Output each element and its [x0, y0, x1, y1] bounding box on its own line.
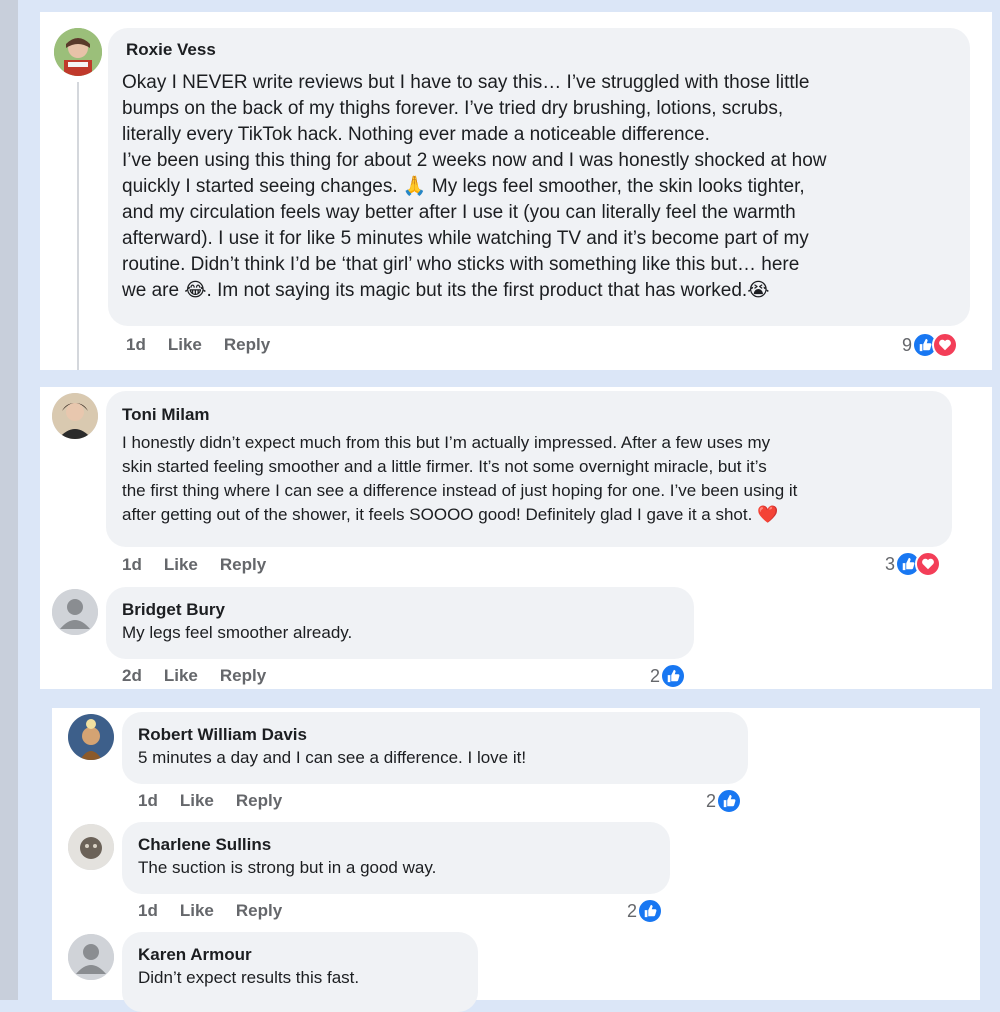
reaction-count: 2	[706, 790, 717, 811]
avatar-photo-icon	[54, 28, 102, 76]
comment-card-roxie: Roxie Vess Okay I NEVER write reviews bu…	[40, 12, 992, 370]
like-button[interactable]: Like	[180, 901, 214, 921]
avatar[interactable]	[68, 934, 114, 980]
commenter-name[interactable]: Robert William Davis	[138, 725, 307, 745]
like-icon	[637, 898, 664, 924]
comment-actions: 2d Like Reply	[122, 666, 266, 686]
reaction-count: 2	[627, 900, 638, 921]
reply-button[interactable]: Reply	[236, 901, 282, 921]
comment-text: 5 minutes a day and I can see a differen…	[138, 748, 527, 767]
left-edge-strip	[0, 0, 18, 1000]
reaction-summary[interactable]: 9	[902, 332, 959, 358]
comment-timestamp[interactable]: 1d	[126, 335, 146, 355]
comment-actions: 1d Like Reply	[122, 555, 266, 575]
reply-button[interactable]: Reply	[224, 335, 270, 355]
avatar[interactable]	[52, 589, 98, 635]
reaction-count: 2	[650, 665, 661, 686]
comment-line: literally every TikTok hack. Nothing eve…	[122, 124, 710, 145]
avatar[interactable]	[68, 824, 114, 870]
comment-line: quickly I started seeing changes. 🙏 My l…	[122, 176, 805, 197]
comment-line: afterward). I use it for like 5 minutes …	[122, 228, 809, 249]
commenter-name[interactable]: Toni Milam	[122, 405, 210, 425]
comment-timestamp[interactable]: 1d	[138, 901, 158, 921]
default-avatar-icon	[68, 934, 114, 980]
commenter-name[interactable]: Roxie Vess	[126, 40, 216, 60]
comment-text: My legs feel smoother already.	[122, 623, 353, 642]
reaction-summary[interactable]: 2	[650, 663, 687, 689]
comment-card-group: Robert William Davis 5 minutes a day and…	[52, 708, 980, 1012]
comment-text: I honestly didn’t expect much from this …	[122, 431, 797, 527]
comment-bubble: Karen Armour Didn’t expect results this …	[122, 932, 478, 1012]
comment-bubble: Charlene Sullins The suction is strong b…	[122, 822, 670, 894]
comment-timestamp[interactable]: 1d	[138, 791, 158, 811]
comment-line: after getting out of the shower, it feel…	[122, 505, 779, 524]
reply-button[interactable]: Reply	[220, 555, 266, 575]
comment-line: routine. Didn’t think I’d be ‘that girl’…	[122, 254, 800, 275]
reaction-summary[interactable]: 2	[627, 898, 664, 924]
comment-text: Okay I NEVER write reviews but I have to…	[122, 70, 826, 304]
comment-bubble: Roxie Vess Okay I NEVER write reviews bu…	[108, 28, 970, 326]
reaction-summary[interactable]: 2	[706, 788, 743, 814]
comment-line: I’ve been using this thing for about 2 w…	[122, 150, 827, 171]
reply-button[interactable]: Reply	[236, 791, 282, 811]
reaction-summary[interactable]: 3	[885, 551, 942, 577]
default-avatar-icon	[52, 589, 98, 635]
comment-bubble: Bridget Bury My legs feel smoother alrea…	[106, 587, 694, 659]
avatar-photo-icon	[68, 714, 114, 760]
comment-card-toni: Toni Milam I honestly didn’t expect much…	[40, 387, 992, 689]
comment-actions: 1d Like Reply	[138, 791, 282, 811]
comment-line: I honestly didn’t expect much from this …	[122, 433, 771, 452]
love-icon	[932, 332, 959, 358]
like-button[interactable]: Like	[180, 791, 214, 811]
comment-timestamp[interactable]: 1d	[122, 555, 142, 575]
like-button[interactable]: Like	[164, 666, 198, 686]
comment-timestamp[interactable]: 2d	[122, 666, 142, 686]
comment-bubble: Toni Milam I honestly didn’t expect much…	[106, 391, 952, 547]
comment-actions: 1d Like Reply	[138, 901, 282, 921]
love-icon	[915, 551, 942, 577]
comment-line: bumps on the back of my thighs forever. …	[122, 98, 784, 119]
thread-line	[77, 82, 79, 370]
comment-actions: 1d Like Reply	[126, 335, 270, 355]
reaction-count: 9	[902, 334, 913, 355]
comment-line: the first thing where I can see a differ…	[122, 481, 798, 500]
commenter-name[interactable]: Bridget Bury	[122, 600, 225, 620]
commenter-name[interactable]: Charlene Sullins	[138, 835, 271, 855]
avatar[interactable]	[52, 393, 98, 439]
reply-button[interactable]: Reply	[220, 666, 266, 686]
commenter-name[interactable]: Karen Armour	[138, 945, 252, 965]
comment-line: skin started feeling smoother and a litt…	[122, 457, 767, 476]
like-icon	[660, 663, 687, 689]
comment-line: and my circulation feels way better afte…	[122, 202, 796, 223]
avatar[interactable]	[68, 714, 114, 760]
like-button[interactable]: Like	[168, 335, 202, 355]
avatar[interactable]	[54, 28, 102, 76]
comment-bubble: Robert William Davis 5 minutes a day and…	[122, 712, 748, 784]
like-icon	[716, 788, 743, 814]
avatar-photo-icon	[52, 393, 98, 439]
reaction-count: 3	[885, 553, 896, 574]
avatar-photo-icon	[68, 824, 114, 870]
comment-line: we are 😂. Im not saying its magic but it…	[122, 280, 770, 301]
comment-line: Okay I NEVER write reviews but I have to…	[122, 72, 810, 93]
comment-text: The suction is strong but in a good way.	[138, 858, 437, 877]
comment-text: Didn’t expect results this fast.	[138, 968, 360, 987]
like-button[interactable]: Like	[164, 555, 198, 575]
